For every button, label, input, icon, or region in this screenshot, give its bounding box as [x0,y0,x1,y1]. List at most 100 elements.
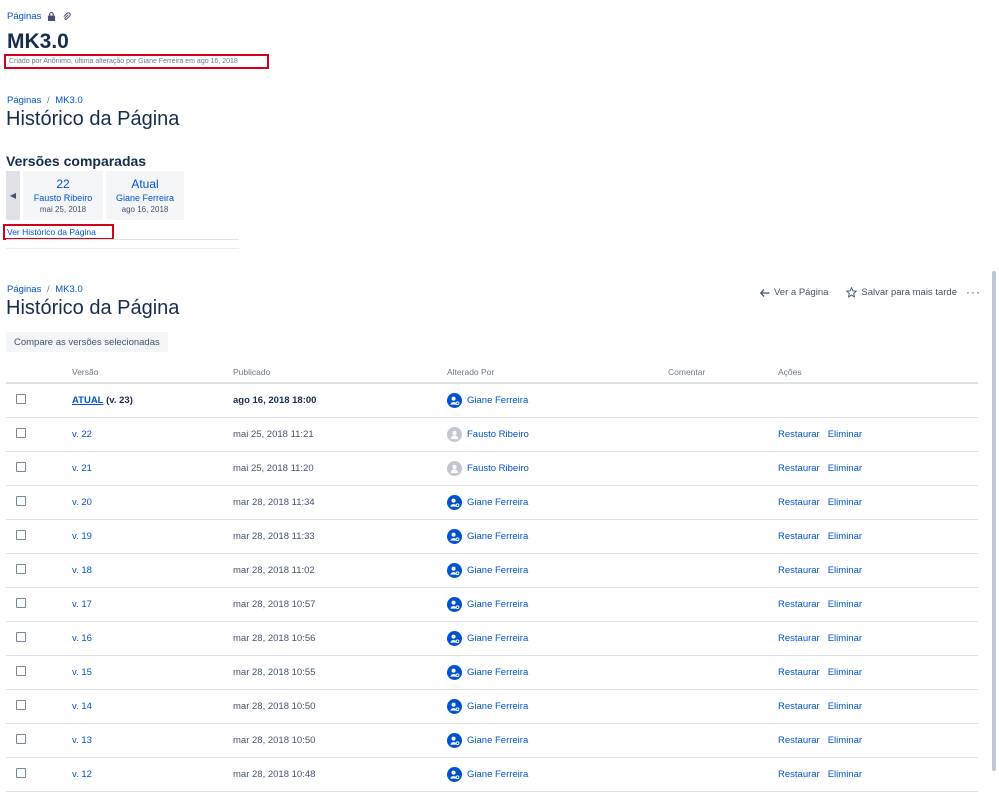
restore-link[interactable]: Restaurar [778,701,820,712]
user-icon [450,430,459,440]
row-checkbox[interactable] [16,666,26,676]
compared-version-card[interactable]: 22 Fausto Ribeiro mai 25, 2018 [23,171,103,220]
attachment-icon[interactable] [62,12,71,21]
restore-link[interactable]: Restaurar [778,497,820,508]
version-link[interactable]: v. 22 [72,429,92,440]
history-title: Histórico da Página [6,108,180,130]
avatar [447,699,462,714]
card-author[interactable]: Fausto Ribeiro [34,193,93,203]
restore-link[interactable]: Restaurar [778,565,820,576]
restore-link[interactable]: Restaurar [778,769,820,780]
delete-link[interactable]: Eliminar [828,463,862,474]
breadcrumb-page-link[interactable]: MK3.0 [55,284,82,295]
top-breadcrumb: Páginas [7,11,71,22]
row-checkbox[interactable] [16,428,26,438]
row-checkbox[interactable] [16,632,26,642]
version-link[interactable]: v. 19 [72,531,92,542]
delete-link[interactable]: Eliminar [828,667,862,678]
published-date: mar 28, 2018 11:02 [233,565,315,576]
column-header-changed-by: Alterado Por [447,367,495,377]
breadcrumb: Páginas / MK3.0 [7,284,83,295]
row-checkbox[interactable] [16,394,26,404]
author-link[interactable]: Giane Ferreira [467,599,528,610]
compared-version-card[interactable]: Atual Giane Ferreira ago 16, 2018 [106,171,184,220]
author-link[interactable]: Fausto Ribeiro [467,463,529,474]
card-date: mai 25, 2018 [39,205,87,214]
user-icon [450,702,460,712]
divider [6,239,239,240]
avatar [447,767,462,782]
user-icon [450,770,460,780]
restore-link[interactable]: Restaurar [778,429,820,440]
restore-link[interactable]: Restaurar [778,599,820,610]
breadcrumb-paginas-link[interactable]: Páginas [7,11,41,22]
author-link[interactable]: Giane Ferreira [467,497,528,508]
row-checkbox[interactable] [16,530,26,540]
row-checkbox[interactable] [16,496,26,506]
restore-link[interactable]: Restaurar [778,633,820,644]
delete-link[interactable]: Eliminar [828,497,862,508]
breadcrumb-paginas-link[interactable]: Páginas [7,95,41,106]
version-link[interactable]: v. 15 [72,667,92,678]
row-checkbox[interactable] [16,734,26,744]
current-version-link[interactable]: ATUAL [72,395,103,406]
version-link[interactable]: v. 14 [72,701,92,712]
row-checkbox[interactable] [16,462,26,472]
save-for-later-label: Salvar para mais tarde [861,287,957,298]
author-link[interactable]: Giane Ferreira [467,769,528,780]
card-author[interactable]: Giane Ferreira [116,193,174,203]
history-table: Versão Publicado Alterado Por Comentar A… [6,362,978,792]
delete-link[interactable]: Eliminar [828,735,862,746]
breadcrumb-paginas-link[interactable]: Páginas [7,284,41,295]
version-link[interactable]: v. 20 [72,497,92,508]
published-date: ago 16, 2018 18:00 [233,395,317,406]
save-for-later-button[interactable]: Salvar para mais tarde [846,287,957,298]
table-row: v. 18 mar 28, 2018 11:02 Giane Ferreira Res… [6,554,978,588]
delete-link[interactable]: Eliminar [828,633,862,644]
delete-link[interactable]: Eliminar [828,599,862,610]
author-link[interactable]: Fausto Ribeiro [467,429,529,440]
delete-link[interactable]: Eliminar [828,429,862,440]
delete-link[interactable]: Eliminar [828,565,862,576]
breadcrumb-page-link[interactable]: MK3.0 [55,95,82,106]
version-link[interactable]: v. 12 [72,769,92,780]
table-row: v. 12 mar 28, 2018 10:48 Giane Ferreira Res… [6,758,978,792]
delete-link[interactable]: Eliminar [828,769,862,780]
row-checkbox[interactable] [16,768,26,778]
user-icon [450,396,460,406]
caret-left-icon: ◀ [9,191,17,200]
version-link[interactable]: v. 18 [72,565,92,576]
author-link[interactable]: Giane Ferreira [467,735,528,746]
row-checkbox[interactable] [16,598,26,608]
published-date: mar 28, 2018 11:34 [233,497,315,508]
more-actions-button[interactable]: ··· [966,285,981,299]
delete-link[interactable]: Eliminar [828,701,862,712]
author-link[interactable]: Giane Ferreira [467,565,528,576]
delete-link[interactable]: Eliminar [828,531,862,542]
star-icon [846,287,858,298]
previous-version-button[interactable]: ◀ [6,171,20,220]
version-link[interactable]: v. 21 [72,463,92,474]
row-checkbox[interactable] [16,564,26,574]
version-link[interactable]: v. 13 [72,735,92,746]
restore-link[interactable]: Restaurar [778,667,820,678]
avatar [447,461,462,476]
author-link[interactable]: Giane Ferreira [467,701,528,712]
view-page-button[interactable]: Ver a Página [760,287,828,298]
view-page-history-link[interactable]: Ver Histórico da Página [3,224,114,240]
restore-link[interactable]: Restaurar [778,735,820,746]
author-link[interactable]: Giane Ferreira [467,667,528,678]
lock-icon[interactable] [47,12,56,21]
scrollbar[interactable] [992,271,996,771]
restore-link[interactable]: Restaurar [778,531,820,542]
arrow-left-icon [760,288,770,297]
author-link[interactable]: Giane Ferreira [467,633,528,644]
row-checkbox[interactable] [16,700,26,710]
author-link[interactable]: Giane Ferreira [467,531,528,542]
version-link[interactable]: v. 16 [72,633,92,644]
version-link[interactable]: v. 17 [72,599,92,610]
restore-link[interactable]: Restaurar [778,463,820,474]
history-rows: v. 22 mai 25, 2018 11:21 Fausto Ribeiro Res… [6,418,978,792]
author-link[interactable]: Giane Ferreira [467,395,528,406]
compare-selected-button[interactable]: Compare as versões selecionadas [6,332,168,352]
